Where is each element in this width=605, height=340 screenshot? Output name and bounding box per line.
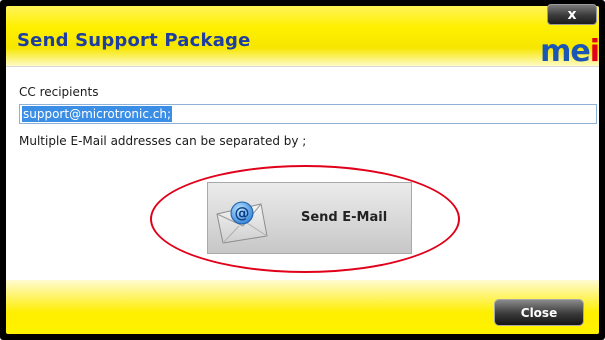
mei-logo: mei <box>540 34 600 69</box>
send-email-label: Send E-Mail <box>301 210 388 225</box>
title-bar: Send Support Package mei <box>6 6 600 69</box>
close-window-button[interactable]: x <box>547 4 597 25</box>
close-button[interactable]: Close <box>494 299 584 326</box>
dialog-title: Send Support Package <box>17 30 251 51</box>
cc-hint-text: Multiple E-Mail addresses can be separat… <box>19 134 307 148</box>
close-icon: x <box>567 6 577 23</box>
dialog-body: CC recipients support@microtronic.ch; Mu… <box>6 66 599 280</box>
email-envelope-icon: @ <box>216 201 268 244</box>
cc-recipients-value: support@microtronic.ch; <box>22 106 173 122</box>
send-email-button[interactable]: @ Send E-Mail <box>207 182 412 254</box>
footer-bar: Close <box>6 280 599 334</box>
svg-text:@: @ <box>235 204 250 222</box>
send-support-package-dialog: Send Support Package mei x CC recipients… <box>0 0 605 340</box>
cc-recipients-label: CC recipients <box>19 85 99 99</box>
cc-recipients-input[interactable]: support@microtronic.ch; <box>19 104 597 124</box>
